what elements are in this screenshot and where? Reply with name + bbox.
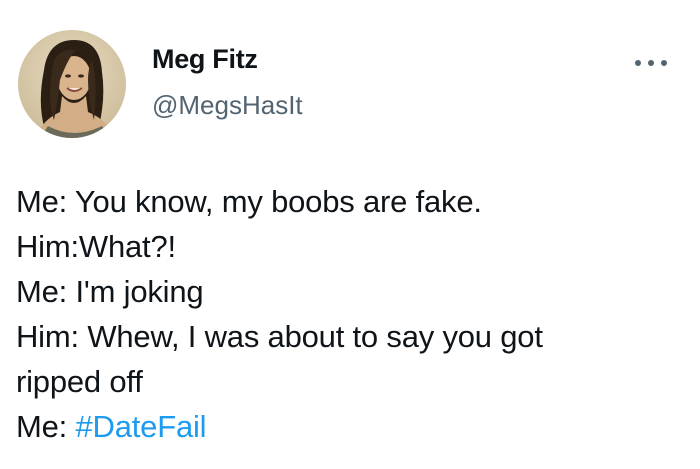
- tweet-last-line: Me: #DateFail: [16, 404, 696, 449]
- tweet-card: Meg Fitz @MegsHasIt Me: You know, my boo…: [0, 0, 700, 469]
- user-handle[interactable]: @MegsHasIt: [152, 90, 303, 121]
- more-horizontal-icon: [635, 60, 667, 66]
- more-options-button[interactable]: [628, 50, 678, 76]
- tweet-line: Him: Whew, I was about to say you got: [16, 319, 543, 354]
- avatar[interactable]: [18, 30, 126, 138]
- tweet-line: Me: You know, my boobs are fake.: [16, 184, 482, 219]
- tweet-text: Me: You know, my boobs are fake. Him:Wha…: [16, 179, 696, 449]
- tweet-line-prefix: Me:: [16, 409, 76, 444]
- tweet-line: Me: I'm joking: [16, 274, 204, 309]
- tweet-line: Him:What?!: [16, 229, 176, 264]
- display-name[interactable]: Meg Fitz: [152, 44, 258, 75]
- avatar-photo: [18, 30, 126, 138]
- hashtag-link[interactable]: #DateFail: [76, 409, 207, 444]
- tweet-line: ripped off: [16, 364, 143, 399]
